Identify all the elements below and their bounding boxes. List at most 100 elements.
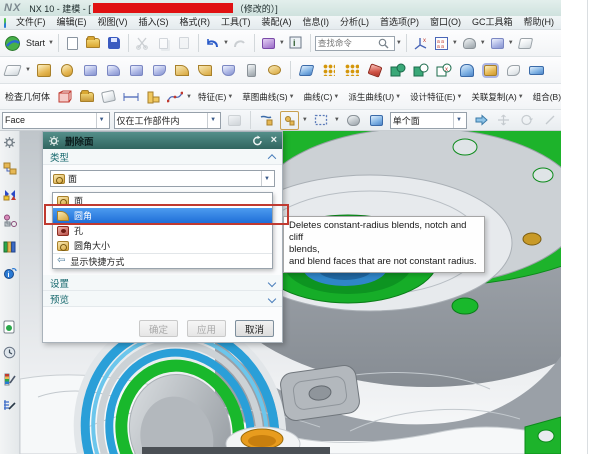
revolve-icon[interactable] xyxy=(58,61,77,80)
constraint-navigator-icon[interactable] xyxy=(2,187,17,202)
menu-curve-group[interactable]: 曲线(C)▼ xyxy=(301,91,343,103)
option-face[interactable]: 面 xyxy=(53,193,272,208)
menu-assemblies[interactable]: 装配(A) xyxy=(256,16,296,29)
menu-tools[interactable]: 工具(T) xyxy=(216,16,256,29)
ok-button[interactable]: 确定 xyxy=(139,320,178,337)
line-tool-icon[interactable] xyxy=(540,111,559,130)
offset-scale-icon[interactable] xyxy=(265,61,284,80)
dialog-close-icon[interactable]: × xyxy=(271,135,277,146)
point-on-face-icon[interactable] xyxy=(280,111,299,130)
sheet-icon[interactable] xyxy=(516,34,535,53)
marquee-select-icon[interactable] xyxy=(312,111,331,130)
paste-icon[interactable] xyxy=(175,34,194,53)
dialog-reset-icon[interactable] xyxy=(252,135,263,146)
mouse-dropdown-icon[interactable]: ▼ xyxy=(480,40,486,46)
examine-geometry-icon[interactable] xyxy=(55,87,74,106)
shell-icon[interactable] xyxy=(219,61,238,80)
menu-edit[interactable]: 编辑(E) xyxy=(51,16,91,29)
spline-icon[interactable] xyxy=(165,87,184,106)
menu-analysis[interactable]: 分析(L) xyxy=(335,16,374,29)
mirror-feature-icon[interactable] xyxy=(366,61,385,80)
option-hole[interactable]: 孔 xyxy=(53,223,272,238)
menu-file[interactable]: 文件(F) xyxy=(11,16,51,29)
move-handle-icon[interactable] xyxy=(494,111,513,130)
part-navigator-icon[interactable] xyxy=(2,213,17,228)
type-section-header[interactable]: 类型 xyxy=(43,149,282,165)
shaded-solid-icon[interactable] xyxy=(367,111,386,130)
assembly-navigator-icon[interactable] xyxy=(2,161,17,176)
patch-icon[interactable] xyxy=(504,61,523,80)
menu-window[interactable]: 窗口(O) xyxy=(425,16,466,29)
menu-sketch-curve-group[interactable]: 草图曲线(S)▼ xyxy=(239,91,297,103)
enclose-icon[interactable] xyxy=(481,61,500,80)
graphics-window[interactable]: 删除面 × 类型 面 ▼ xyxy=(20,131,561,454)
menu-information[interactable]: 信息(I) xyxy=(297,16,334,29)
preview-section-header[interactable]: 预览 xyxy=(43,291,282,307)
mouse-mode-icon[interactable] xyxy=(460,34,479,53)
info-icon[interactable]: i xyxy=(287,34,306,53)
general-selection-filter-icon[interactable] xyxy=(225,111,244,130)
examine-geometry-label[interactable]: 检查几何体 xyxy=(3,90,52,103)
menu-insert[interactable]: 插入(S) xyxy=(133,16,173,29)
undo-button[interactable] xyxy=(203,34,222,53)
shaded-view-cube-icon[interactable] xyxy=(488,34,507,53)
roles-gear-icon[interactable] xyxy=(2,135,17,150)
menu-gc-toolbox[interactable]: GC工具箱 xyxy=(467,16,518,29)
apply-arrow-icon[interactable] xyxy=(471,111,490,130)
marquee-dropdown-icon[interactable]: ▼ xyxy=(334,117,340,123)
menu-help[interactable]: 帮助(H) xyxy=(519,16,560,29)
spline-dropdown-icon[interactable]: ▼ xyxy=(186,94,192,100)
option-blend[interactable]: 圆角 xyxy=(53,208,272,223)
new-file-button[interactable] xyxy=(63,34,82,53)
menu-derived-curve-group[interactable]: 派生曲线(U)▼ xyxy=(345,91,404,103)
edge-blend-icon[interactable] xyxy=(173,61,192,80)
cancel-button[interactable]: 取消 xyxy=(235,320,274,337)
menu-view[interactable]: 视图(V) xyxy=(92,16,132,29)
system-materials-icon[interactable] xyxy=(2,397,17,412)
settings-section-header[interactable]: 设置 xyxy=(43,275,282,291)
unite-icon[interactable] xyxy=(389,61,408,80)
face-rule-combo[interactable]: 单个面 ▼ xyxy=(390,112,467,129)
reuse-library-icon[interactable] xyxy=(2,239,17,254)
measure-distance-icon[interactable] xyxy=(121,87,140,106)
pattern-geometry-icon[interactable] xyxy=(343,61,362,80)
snap-point-icon[interactable] xyxy=(257,111,276,130)
trim-body-icon[interactable] xyxy=(527,61,546,80)
undo-dropdown-icon[interactable]: ▼ xyxy=(223,40,229,46)
start-globe-icon[interactable] xyxy=(3,34,22,53)
search-dropdown-icon[interactable]: ▼ xyxy=(396,40,402,46)
pocket-feature-icon[interactable] xyxy=(127,61,146,80)
datum-csys-icon[interactable]: x xyxy=(411,34,430,53)
subtract-icon[interactable] xyxy=(412,61,431,80)
history-palette-icon[interactable] xyxy=(2,319,17,334)
snap-dropdown-icon[interactable]: ▼ xyxy=(302,117,308,123)
roles-palette-icon[interactable] xyxy=(2,371,17,386)
option-show-shortcuts[interactable]: ⇦ 显示快捷方式 xyxy=(53,253,272,268)
view-dropdown-icon[interactable]: ▼ xyxy=(508,40,514,46)
hole-feature-icon[interactable] xyxy=(81,61,100,80)
history-clock-icon[interactable] xyxy=(2,345,17,360)
pad-feature-icon[interactable] xyxy=(150,61,169,80)
menu-feature-group[interactable]: 特征(E)▼ xyxy=(195,91,236,103)
ruler-icon[interactable] xyxy=(143,87,162,106)
window-dropdown-icon[interactable]: ▼ xyxy=(452,40,458,46)
open-file-button[interactable] xyxy=(84,34,103,53)
type-combo[interactable]: 面 ▼ xyxy=(50,170,275,187)
boss-feature-icon[interactable] xyxy=(104,61,123,80)
redo-button[interactable] xyxy=(231,34,250,53)
cut-icon[interactable] xyxy=(133,34,152,53)
menu-format[interactable]: 格式(R) xyxy=(174,16,215,29)
menu-design-feature-group[interactable]: 设计特征(E)▼ xyxy=(407,91,465,103)
menu-associative-copy-group[interactable]: 关联复制(A)▼ xyxy=(468,91,526,103)
save-button[interactable] xyxy=(105,34,124,53)
sew-icon[interactable] xyxy=(458,61,477,80)
draft-icon[interactable] xyxy=(297,61,316,80)
apply-button[interactable]: 应用 xyxy=(187,320,226,337)
rotate-handle-icon[interactable] xyxy=(517,111,536,130)
start-button[interactable]: Start xyxy=(24,38,47,48)
delete-face-tool-icon[interactable] xyxy=(259,34,278,53)
copy-icon[interactable] xyxy=(154,34,173,53)
highlight-hidden-icon[interactable] xyxy=(344,111,363,130)
bounded-plane-icon[interactable] xyxy=(77,87,96,106)
pattern-feature-icon[interactable] xyxy=(320,61,339,80)
